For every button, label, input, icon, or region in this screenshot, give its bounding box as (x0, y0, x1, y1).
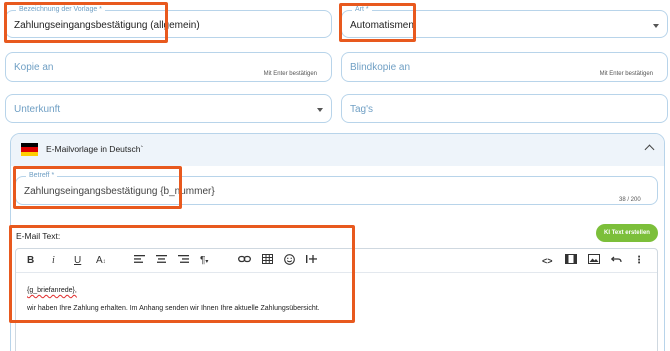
editor-line-body: wir haben Ihre Zahlung erhalten. Im Anha… (27, 305, 320, 312)
copy-to-field[interactable]: Kopie an Mit Enter bestätigen (5, 52, 332, 82)
flag-stripe (21, 151, 38, 156)
link-icon[interactable] (238, 254, 251, 268)
template-name-label: Bezeichnung der Vorlage * (16, 5, 105, 15)
template-name-field[interactable]: Bezeichnung der Vorlage * Zahlungseingan… (5, 5, 332, 38)
editor-toolbar: B i U A↕ ¶▾ <> ⋮ (16, 249, 657, 273)
chevron-down-icon[interactable] (653, 24, 659, 28)
preview-icon[interactable] (565, 254, 577, 268)
subject-field[interactable]: Betreff * Zahlungseingangsbestätigung {b… (15, 171, 658, 205)
font-size-icon[interactable]: A↕ (96, 254, 106, 268)
blind-copy-hint: Mit Enter bestätigen (599, 71, 653, 77)
blind-copy-field[interactable]: Blindkopie an Mit Enter bestätigen (341, 52, 668, 82)
panel-header[interactable]: E-Mailvorlage in Deutsch` (11, 134, 664, 166)
underline-icon[interactable]: U (74, 254, 81, 268)
paragraph-icon[interactable]: ¶▾ (200, 254, 208, 268)
panel-title: E-Mailvorlage in Deutsch` (46, 144, 144, 154)
blind-copy-placeholder: Blindkopie an (350, 62, 411, 73)
german-flag-icon (21, 143, 38, 156)
table-icon[interactable] (262, 254, 273, 268)
tags-field[interactable]: Tag's (341, 94, 668, 123)
type-value: Automatismen (350, 20, 414, 31)
email-text-label: E-Mail Text: (16, 231, 61, 241)
align-center-icon[interactable] (156, 254, 167, 268)
align-right-icon[interactable] (178, 254, 189, 268)
copy-to-hint: Mit Enter bestätigen (263, 71, 317, 77)
italic-icon[interactable]: i (52, 254, 55, 268)
align-left-icon[interactable] (134, 254, 145, 268)
chevron-up-icon[interactable] (644, 144, 655, 155)
bold-icon[interactable]: B (27, 254, 34, 268)
emoji-icon[interactable] (284, 254, 295, 268)
tags-placeholder: Tag's (350, 104, 374, 115)
type-label: Art * (352, 5, 372, 15)
rich-text-editor[interactable]: B i U A↕ ¶▾ <> ⋮ {g_briefanrede}, wir ha… (15, 248, 658, 351)
undo-icon[interactable] (610, 254, 622, 268)
accommodation-placeholder: Unterkunft (14, 104, 61, 115)
subject-value: Zahlungseingangsbestätigung {b_nummer} (24, 186, 215, 197)
chevron-down-icon[interactable] (317, 108, 323, 112)
type-select[interactable]: Art * Automatismen (341, 5, 668, 38)
copy-to-placeholder: Kopie an (14, 62, 54, 73)
insert-icon[interactable] (306, 254, 318, 268)
image-icon[interactable] (588, 254, 600, 268)
template-name-value: Zahlungseingangsbestätigung (allgemein) (14, 20, 200, 31)
subject-label: Betreff * (26, 171, 58, 181)
accommodation-select[interactable]: Unterkunft (5, 94, 332, 123)
more-icon[interactable]: ⋮ (634, 254, 644, 268)
subject-counter: 38 / 200 (619, 197, 641, 203)
editor-line-salutation: {g_briefanrede}, (27, 287, 77, 294)
ai-text-button[interactable]: KI Text erstellen (596, 224, 658, 242)
code-view-icon[interactable]: <> (542, 254, 553, 268)
